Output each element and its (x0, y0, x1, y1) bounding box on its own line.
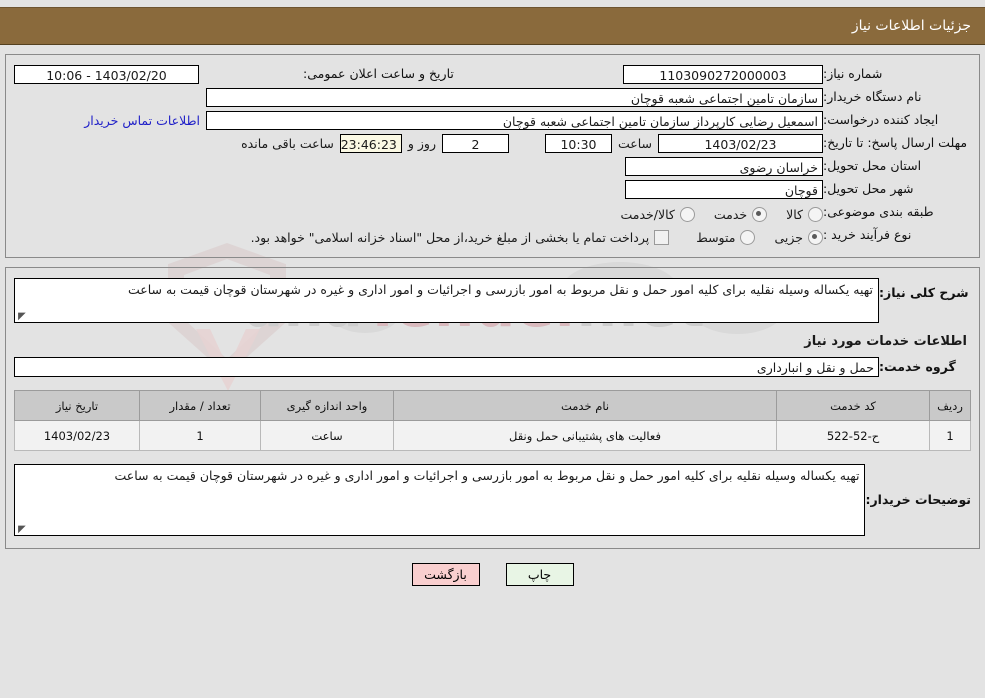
cell-unit: ساعت (260, 420, 394, 451)
page-header: جزئیات اطلاعات نیاز (0, 7, 985, 45)
service-group-label: گروه خدمت: (879, 358, 956, 374)
province-label: استان محل تحویل: (823, 158, 922, 174)
row-process-type: نوع فرآیند خرید : جزیی متوسط پرداخت تمام… (14, 224, 971, 247)
category-radio-khedmat[interactable] (752, 207, 768, 222)
summary-label: شرح کلی نیاز: (879, 285, 969, 300)
services-table-head: ردیف کد خدمت نام خدمت واحد اندازه گیری ت… (14, 390, 971, 421)
category-option-label-2: کالا/خدمت (620, 207, 675, 222)
col-quantity: تعداد / مقدار (139, 390, 261, 421)
row-need-number: شماره نیاز: 1103090272000003 تاریخ و ساع… (14, 63, 971, 86)
resize-grip-icon[interactable]: ◥ (18, 524, 27, 535)
buyer-notes-label: توضیحات خریدار: (865, 491, 971, 507)
deadline-hour-field: 10:30 (544, 134, 612, 153)
row-buyer-notes: توضیحات خریدار: تهیه یکساله وسیله نقلیه … (14, 462, 971, 538)
row-summary: شرح کلی نیاز: تهیه یکساله وسیله نقلیه بر… (14, 276, 971, 325)
action-button-bar: چاپ بازگشت (0, 563, 985, 586)
process-label: نوع فرآیند خرید : (823, 227, 912, 243)
services-table: ردیف کد خدمت نام خدمت واحد اندازه گیری ت… (14, 390, 971, 451)
need-info-table: شماره نیاز: 1103090272000003 تاریخ و ساع… (14, 63, 971, 247)
buyer-notes-textarea[interactable]: تهیه یکساله وسیله نقلیه برای کلیه امور ح… (14, 464, 866, 536)
table-header-row: ردیف کد خدمت نام خدمت واحد اندازه گیری ت… (14, 390, 971, 421)
cell-need-date: 1403/02/23 (14, 420, 140, 451)
row-province: استان محل تحویل: خراسان رضوی (14, 155, 971, 178)
process-option-label-1: متوسط (696, 230, 736, 245)
row-category: طبقه بندی موضوعی: کالا خدمت کالا/خدمت (14, 201, 971, 224)
print-button[interactable]: چاپ (505, 563, 574, 586)
cell-name: فعالیت های پشتیبانی حمل ونقل (393, 420, 777, 451)
province-field: خراسان رضوی (625, 157, 823, 176)
process-radio-jozei[interactable] (808, 230, 823, 245)
deadline-hour-label: ساعت (617, 136, 652, 151)
buyer-notes-text: تهیه یکساله وسیله نقلیه برای کلیه امور ح… (114, 468, 860, 483)
row-buyer-org: نام دستگاه خریدار: سازمان تامین اجتماعی … (14, 86, 971, 109)
summary-text: تهیه یکساله وسیله نقلیه برای کلیه امور ح… (128, 282, 873, 297)
row-deadline: مهلت ارسال پاسخ: تا تاریخ: 1403/02/23 سا… (14, 132, 971, 155)
row-city: شهر محل تحویل: قوچان (14, 178, 971, 201)
city-field: قوچان (625, 180, 823, 199)
services-table-body: 1 ح-52-522 فعالیت های پشتیبانی حمل ونقل … (14, 420, 971, 451)
announce-datetime-label: تاریخ و ساعت اعلان عمومی: (303, 66, 454, 82)
buyer-notes-table: توضیحات خریدار: تهیه یکساله وسیله نقلیه … (14, 462, 971, 538)
creator-field: اسمعیل رضایی کارپرداز سازمان تامین اجتما… (206, 111, 823, 130)
need-number-label: شماره نیاز: (823, 66, 883, 82)
cell-index: 1 (929, 420, 971, 451)
need-number-field: 1103090272000003 (623, 65, 823, 84)
col-need-date: تاریخ نیاز (14, 390, 140, 421)
cell-code: ح-52-522 (776, 420, 930, 451)
service-group-table: گروه خدمت: حمل و نقل و انبارداری (14, 355, 971, 379)
treasury-bond-label: پرداخت تمام یا بخشی از مبلغ خرید،از محل … (250, 230, 650, 245)
cell-quantity: 1 (139, 420, 261, 451)
category-option-label-0: کالا (786, 207, 803, 222)
row-creator: ایجاد کننده درخواست: اسمعیل رضایی کارپرد… (14, 109, 971, 132)
deadline-label: مهلت ارسال پاسخ: تا تاریخ: (823, 135, 968, 151)
process-radio-motevaset[interactable] (740, 230, 756, 245)
city-label: شهر محل تحویل: (823, 181, 914, 197)
category-radio-kala-khedmat[interactable] (679, 207, 695, 222)
buyer-org-field: سازمان تامین اجتماعی شعبه قوچان (206, 88, 823, 107)
process-option-label-0: جزیی (774, 230, 803, 245)
announce-datetime-field: 1403/02/20 - 10:06 (14, 65, 199, 84)
buyer-org-label: نام دستگاه خریدار: (823, 89, 922, 105)
details-panel: شرح کلی نیاز: تهیه یکساله وسیله نقلیه بر… (5, 267, 980, 549)
page-title: جزئیات اطلاعات نیاز (851, 18, 971, 34)
service-group-field: حمل و نقل و انبارداری (14, 357, 879, 377)
col-index: ردیف (929, 390, 971, 421)
table-row[interactable]: 1 ح-52-522 فعالیت های پشتیبانی حمل ونقل … (14, 420, 971, 451)
category-option-label-1: خدمت (713, 207, 748, 222)
row-service-group: گروه خدمت: حمل و نقل و انبارداری (14, 355, 971, 379)
remaining-days-field: 2 (441, 134, 509, 153)
col-unit: واحد اندازه گیری (260, 390, 394, 421)
services-section-title: اطلاعات خدمات مورد نیاز (804, 334, 967, 349)
deadline-date-field: 1403/02/23 (658, 134, 823, 153)
creator-label: ایجاد کننده درخواست: (823, 112, 939, 128)
remaining-time-label: ساعت باقی مانده (241, 136, 334, 151)
treasury-bond-checkbox[interactable] (654, 230, 670, 245)
remaining-time-field: 23:46:23 (339, 134, 402, 153)
col-name: نام خدمت (393, 390, 777, 421)
summary-textarea[interactable]: تهیه یکساله وسیله نقلیه برای کلیه امور ح… (14, 278, 879, 323)
category-radio-kala[interactable] (808, 207, 823, 222)
need-info-panel: شماره نیاز: 1103090272000003 تاریخ و ساع… (5, 54, 980, 258)
remaining-days-label: روز و (407, 136, 436, 151)
back-button[interactable]: بازگشت (411, 563, 480, 586)
summary-table: شرح کلی نیاز: تهیه یکساله وسیله نقلیه بر… (14, 276, 971, 325)
page-root: جزئیات اطلاعات نیاز شماره نیاز: 11030902… (0, 7, 985, 586)
col-code: کد خدمت (776, 390, 930, 421)
resize-grip-icon[interactable]: ◥ (18, 311, 27, 322)
buyer-contact-link[interactable]: اطلاعات تماس خریدار (84, 113, 200, 128)
category-label: طبقه بندی موضوعی: (823, 204, 934, 220)
